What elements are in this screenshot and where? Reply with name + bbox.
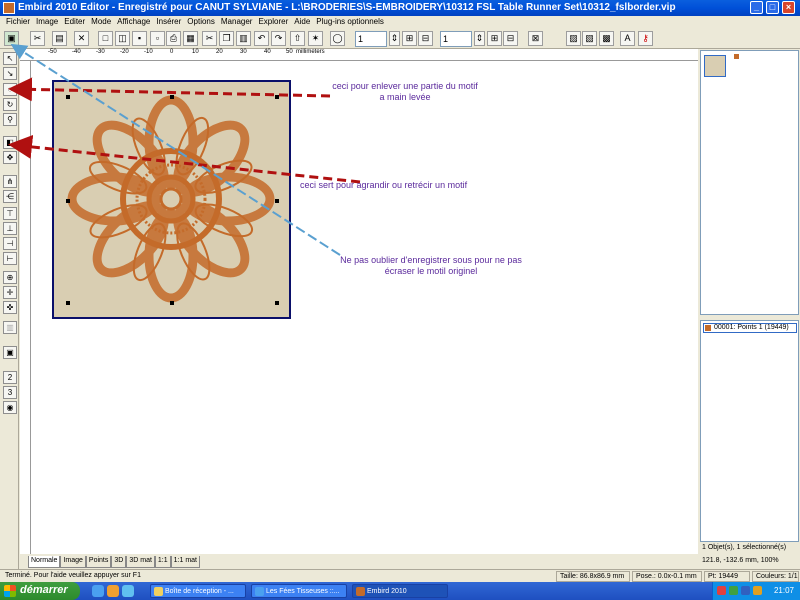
object-list-item[interactable]: 00001: Points 1 (19449) [703,323,797,333]
status-help: Terminé. Pour l'aide veuillez appuyer su… [5,572,141,579]
start-button[interactable]: démarrer [0,582,80,600]
status-bar: Terminé. Pour l'aide veuillez appuyer su… [0,569,800,582]
tray-icon-1[interactable] [717,586,726,595]
quicklaunch-explorer-icon[interactable] [107,585,119,597]
tab-1-1[interactable]: 1:1 [154,556,171,568]
windows-logo-icon [4,585,16,597]
start-label: démarrer [20,584,68,596]
browser-icon [255,587,264,596]
clock: 21:07 [773,586,794,595]
red-arrow-1 [8,77,331,102]
annotation-resize: ceci sert pour agrandir ou retrécir un m… [300,180,468,190]
tray-icon-3[interactable] [741,586,750,595]
tab-points[interactable]: Points [85,556,112,568]
design-thumbnail[interactable] [704,55,726,77]
red-arrow-2 [8,134,361,184]
design-thumbnails[interactable] [700,50,799,315]
task-browser[interactable]: Les Fées Tisseuses ::... [251,584,347,598]
system-tray: 21:07 [712,582,800,600]
status-size: Taille: 86.8x86.9 mm [556,571,630,582]
status-position: Pose.: 0.0x-0.1 mm [632,571,702,582]
tray-icon-2[interactable] [729,586,738,595]
tab-3d-mat[interactable]: 3D mat [126,556,155,568]
status-colors: Couleurs: 1/1 [752,571,799,582]
task-label: Embird 2010 [367,588,407,595]
tray-icon-4[interactable] [753,586,762,595]
task-embird[interactable]: Embird 2010 [352,584,448,598]
quicklaunch-desktop-icon[interactable] [122,585,134,597]
tab-1-1-mat[interactable]: 1:1 mat [170,556,200,568]
object-color-swatch [705,325,711,331]
object-count: 1 Objet(s), 1 sélectionné(s) [702,544,787,551]
view-tabs: Normale Image Points 3D 3D mat 1:1 1:1 m… [28,556,200,568]
task-label: Les Fées Tisseuses ::... [266,588,340,595]
tab-image[interactable]: Image [60,556,86,568]
object-list[interactable]: 00001: Points 1 (19449) [700,320,799,542]
annotation-lasso: ceci pour enlever une partie du motif a … [332,81,478,102]
taskbar: démarrer Boîte de réception - ... Les Fé… [0,582,800,600]
quicklaunch-ie-icon[interactable] [92,585,104,597]
app-window: Embird 2010 Editor - Enregistré pour CAN… [0,0,800,600]
mail-icon [154,587,163,596]
annotation-save: Ne pas oublier d'enregistrer sous pour n… [340,255,522,276]
tab-normale[interactable]: Normale [28,556,61,568]
embird-icon [356,587,365,596]
object-label: 00001: Points 1 (19449) [714,324,789,331]
thread-color-swatch [734,54,739,59]
status-points: Pt: 19449 [704,571,750,582]
task-inbox[interactable]: Boîte de réception - ... [150,584,246,598]
cursor-coordinates: 121.8, -132.6 mm, 100% [702,557,779,564]
task-label: Boîte de réception - ... [165,588,234,595]
tab-3d[interactable]: 3D [111,556,127,568]
